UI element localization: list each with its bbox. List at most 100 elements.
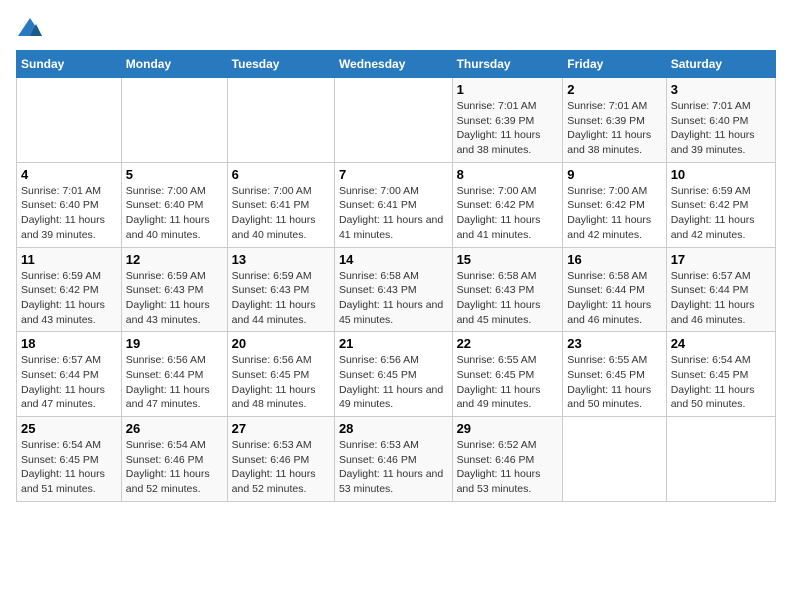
day-cell — [227, 78, 334, 163]
day-cell: 4 Sunrise: 7:01 AMSunset: 6:40 PMDaylight… — [17, 162, 122, 247]
day-info: Sunrise: 6:56 AMSunset: 6:44 PMDaylight:… — [126, 353, 223, 412]
day-number: 24 — [671, 336, 771, 351]
day-cell: 9 Sunrise: 7:00 AMSunset: 6:42 PMDaylight… — [563, 162, 666, 247]
day-number: 13 — [232, 252, 330, 267]
day-cell: 2 Sunrise: 7:01 AMSunset: 6:39 PMDaylight… — [563, 78, 666, 163]
day-number: 12 — [126, 252, 223, 267]
day-info: Sunrise: 6:52 AMSunset: 6:46 PMDaylight:… — [457, 438, 559, 497]
day-number: 22 — [457, 336, 559, 351]
day-cell: 14 Sunrise: 6:58 AMSunset: 6:43 PMDayligh… — [334, 247, 452, 332]
day-info: Sunrise: 7:00 AMSunset: 6:42 PMDaylight:… — [567, 184, 661, 243]
day-cell: 3 Sunrise: 7:01 AMSunset: 6:40 PMDaylight… — [666, 78, 775, 163]
day-number: 3 — [671, 82, 771, 97]
day-info: Sunrise: 6:57 AMSunset: 6:44 PMDaylight:… — [671, 269, 771, 328]
day-number: 8 — [457, 167, 559, 182]
header-cell-sunday: Sunday — [17, 51, 122, 78]
day-cell: 1Sunrise: 7:01 AMSunset: 6:39 PMDaylight… — [452, 78, 563, 163]
day-number: 25 — [21, 421, 117, 436]
day-cell: 8 Sunrise: 7:00 AMSunset: 6:42 PMDaylight… — [452, 162, 563, 247]
header-cell-monday: Monday — [121, 51, 227, 78]
header — [16, 16, 776, 40]
day-cell: 29 Sunrise: 6:52 AMSunset: 6:46 PMDayligh… — [452, 417, 563, 502]
logo-icon — [16, 16, 44, 40]
day-cell: 23 Sunrise: 6:55 AMSunset: 6:45 PMDayligh… — [563, 332, 666, 417]
day-info: Sunrise: 6:53 AMSunset: 6:46 PMDaylight:… — [339, 438, 448, 497]
week-row-1: 1 Sunrise: 7:01 AMSunset: 6:39 PMDaylight… — [17, 78, 776, 163]
day-cell: 16 Sunrise: 6:58 AMSunset: 6:44 PMDayligh… — [563, 247, 666, 332]
day-cell: 22Sunrise: 6:55 AMSunset: 6:45 PMDayligh… — [452, 332, 563, 417]
day-number: 2 — [567, 82, 661, 97]
day-cell: 17 Sunrise: 6:57 AMSunset: 6:44 PMDayligh… — [666, 247, 775, 332]
header-cell-thursday: Thursday — [452, 51, 563, 78]
day-cell: 28 Sunrise: 6:53 AMSunset: 6:46 PMDayligh… — [334, 417, 452, 502]
day-info: Sunrise: 6:59 AMSunset: 6:42 PMDaylight:… — [21, 269, 117, 328]
day-number: 21 — [339, 336, 448, 351]
day-cell: 26 Sunrise: 6:54 AMSunset: 6:46 PMDayligh… — [121, 417, 227, 502]
day-cell: 24 Sunrise: 6:54 AMSunset: 6:45 PMDayligh… — [666, 332, 775, 417]
day-info: Sunrise: 7:01 AMSunset: 6:40 PMDaylight:… — [21, 184, 117, 243]
day-cell: 5 Sunrise: 7:00 AMSunset: 6:40 PMDaylight… — [121, 162, 227, 247]
day-number: 29 — [457, 421, 559, 436]
header-row: SundayMondayTuesdayWednesdayThursdayFrid… — [17, 51, 776, 78]
day-info: Sunrise: 6:53 AMSunset: 6:46 PMDaylight:… — [232, 438, 330, 497]
day-info: Sunrise: 7:00 AMSunset: 6:41 PMDaylight:… — [232, 184, 330, 243]
day-number: 1 — [457, 82, 559, 97]
day-number: 18 — [21, 336, 117, 351]
day-info: Sunrise: 7:00 AMSunset: 6:41 PMDaylight:… — [339, 184, 448, 243]
day-cell: 7 Sunrise: 7:00 AMSunset: 6:41 PMDaylight… — [334, 162, 452, 247]
day-info: Sunrise: 6:58 AMSunset: 6:43 PMDaylight:… — [457, 269, 559, 328]
week-row-5: 25 Sunrise: 6:54 AMSunset: 6:45 PMDayligh… — [17, 417, 776, 502]
day-cell: 27 Sunrise: 6:53 AMSunset: 6:46 PMDayligh… — [227, 417, 334, 502]
day-number: 9 — [567, 167, 661, 182]
day-info: Sunrise: 7:01 AMSunset: 6:40 PMDaylight:… — [671, 99, 771, 158]
day-info: Sunrise: 6:57 AMSunset: 6:44 PMDaylight:… — [21, 353, 117, 412]
day-cell: 6Sunrise: 7:00 AMSunset: 6:41 PMDaylight… — [227, 162, 334, 247]
day-cell: 21 Sunrise: 6:56 AMSunset: 6:45 PMDayligh… — [334, 332, 452, 417]
day-info: Sunrise: 7:00 AMSunset: 6:42 PMDaylight:… — [457, 184, 559, 243]
day-info: Sunrise: 6:54 AMSunset: 6:45 PMDaylight:… — [671, 353, 771, 412]
day-cell — [17, 78, 122, 163]
header-cell-wednesday: Wednesday — [334, 51, 452, 78]
day-number: 17 — [671, 252, 771, 267]
day-info: Sunrise: 6:54 AMSunset: 6:46 PMDaylight:… — [126, 438, 223, 497]
day-info: Sunrise: 6:58 AMSunset: 6:44 PMDaylight:… — [567, 269, 661, 328]
day-cell — [334, 78, 452, 163]
day-number: 7 — [339, 167, 448, 182]
day-cell: 10 Sunrise: 6:59 AMSunset: 6:42 PMDayligh… — [666, 162, 775, 247]
header-cell-tuesday: Tuesday — [227, 51, 334, 78]
day-info: Sunrise: 6:59 AMSunset: 6:43 PMDaylight:… — [232, 269, 330, 328]
day-info: Sunrise: 7:00 AMSunset: 6:40 PMDaylight:… — [126, 184, 223, 243]
day-info: Sunrise: 6:58 AMSunset: 6:43 PMDaylight:… — [339, 269, 448, 328]
day-number: 20 — [232, 336, 330, 351]
day-info: Sunrise: 6:56 AMSunset: 6:45 PMDaylight:… — [339, 353, 448, 412]
day-info: Sunrise: 7:01 AMSunset: 6:39 PMDaylight:… — [567, 99, 661, 158]
day-number: 4 — [21, 167, 117, 182]
day-number: 5 — [126, 167, 223, 182]
day-number: 15 — [457, 252, 559, 267]
week-row-3: 11Sunrise: 6:59 AMSunset: 6:42 PMDayligh… — [17, 247, 776, 332]
day-cell: 15 Sunrise: 6:58 AMSunset: 6:43 PMDayligh… — [452, 247, 563, 332]
day-info: Sunrise: 6:56 AMSunset: 6:45 PMDaylight:… — [232, 353, 330, 412]
day-number: 26 — [126, 421, 223, 436]
day-cell: 19 Sunrise: 6:56 AMSunset: 6:44 PMDayligh… — [121, 332, 227, 417]
day-info: Sunrise: 6:55 AMSunset: 6:45 PMDaylight:… — [567, 353, 661, 412]
day-number: 27 — [232, 421, 330, 436]
week-row-2: 4 Sunrise: 7:01 AMSunset: 6:40 PMDaylight… — [17, 162, 776, 247]
day-number: 23 — [567, 336, 661, 351]
day-cell: 20 Sunrise: 6:56 AMSunset: 6:45 PMDayligh… — [227, 332, 334, 417]
day-info: Sunrise: 6:59 AMSunset: 6:43 PMDaylight:… — [126, 269, 223, 328]
day-cell: 18 Sunrise: 6:57 AMSunset: 6:44 PMDayligh… — [17, 332, 122, 417]
day-number: 19 — [126, 336, 223, 351]
day-info: Sunrise: 6:59 AMSunset: 6:42 PMDaylight:… — [671, 184, 771, 243]
calendar-table: SundayMondayTuesdayWednesdayThursdayFrid… — [16, 50, 776, 502]
day-number: 28 — [339, 421, 448, 436]
day-number: 10 — [671, 167, 771, 182]
day-cell — [563, 417, 666, 502]
day-cell: 12 Sunrise: 6:59 AMSunset: 6:43 PMDayligh… — [121, 247, 227, 332]
day-number: 16 — [567, 252, 661, 267]
day-number: 14 — [339, 252, 448, 267]
day-info: Sunrise: 6:54 AMSunset: 6:45 PMDaylight:… — [21, 438, 117, 497]
header-cell-saturday: Saturday — [666, 51, 775, 78]
logo — [16, 16, 48, 40]
day-cell: 13 Sunrise: 6:59 AMSunset: 6:43 PMDayligh… — [227, 247, 334, 332]
